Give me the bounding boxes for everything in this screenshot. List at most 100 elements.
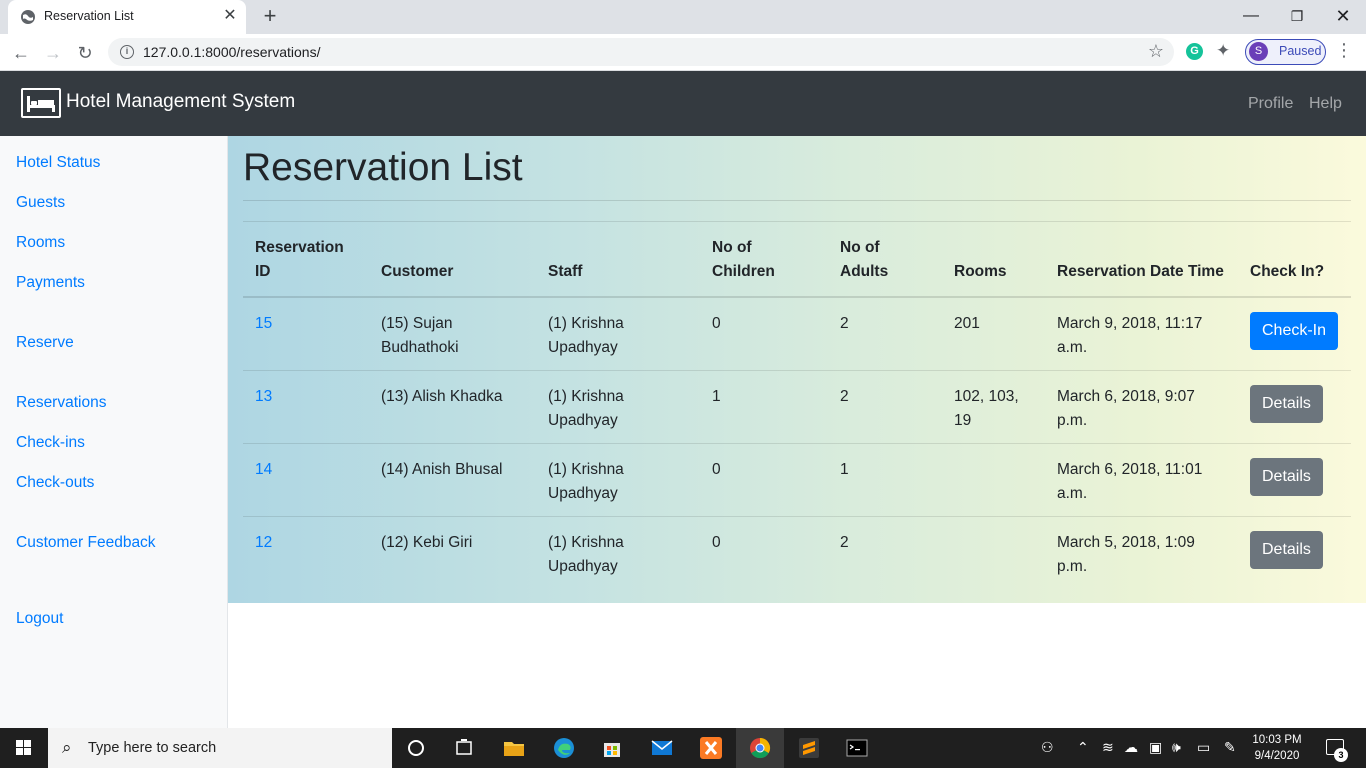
datetime-cell: March 5, 2018, 1:09 p.m.	[1045, 516, 1238, 590]
reservation-id-cell: 15	[243, 297, 369, 371]
xampp-icon[interactable]	[699, 736, 723, 760]
extensions-puzzle-icon[interactable]: ✦	[1216, 41, 1230, 61]
reload-icon[interactable]: ↻	[72, 40, 98, 66]
sidebar-item-check-outs[interactable]: Check-outs	[16, 474, 94, 492]
clock-time: 10:03 PM	[1252, 734, 1302, 746]
staff-cell: (1) Krishna Upadhyay	[548, 315, 624, 356]
adults-cell: 2	[840, 315, 849, 332]
minimize-icon[interactable]: —	[1236, 4, 1266, 28]
people-icon[interactable]: ⚇	[1041, 739, 1054, 756]
cortana-icon[interactable]	[404, 736, 428, 760]
brand-title[interactable]: Hotel Management System	[66, 91, 295, 113]
security-icon[interactable]: ▣	[1149, 739, 1162, 756]
divider	[243, 200, 1351, 201]
mail-icon[interactable]	[650, 736, 674, 760]
datetime-cell: March 6, 2018, 9:07 p.m.	[1045, 370, 1238, 444]
table-row: 15 (15) Sujan Budhathoki (1) Krishna Upa…	[243, 297, 1351, 371]
globe-icon	[21, 10, 35, 24]
reservation-id-link[interactable]: 14	[255, 461, 272, 478]
file-explorer-icon[interactable]	[502, 736, 526, 760]
column-header: Staff	[536, 221, 700, 298]
url-text[interactable]: 127.0.0.1:8000/reservations/	[143, 44, 320, 60]
sidebar-item-payments[interactable]: Payments	[16, 274, 85, 292]
taskbar-search-input[interactable]: ⌕ Type here to search	[48, 728, 392, 768]
column-header: Reservation Date Time	[1045, 221, 1238, 298]
rooms-cell: 102, 103, 19	[942, 370, 1045, 444]
grammarly-extension-icon[interactable]: G	[1186, 43, 1203, 60]
nav-help-link[interactable]: Help	[1309, 95, 1342, 113]
forward-icon[interactable]: →	[40, 40, 66, 66]
sidebar-item-check-ins[interactable]: Check-ins	[16, 434, 85, 452]
details-button[interactable]: Details	[1250, 385, 1323, 423]
system-clock[interactable]: 10:03 PM 9/4/2020	[1252, 732, 1302, 764]
reservation-id-link[interactable]: 12	[255, 534, 272, 551]
store-icon[interactable]	[600, 736, 624, 760]
staff-cell: (1) Krishna Upadhyay	[536, 443, 700, 517]
details-button[interactable]: Details	[1250, 531, 1323, 569]
browser-toolbar: ← → ↻ i 127.0.0.1:8000/reservations/ ☆	[0, 34, 1366, 71]
address-bar[interactable]: i 127.0.0.1:8000/reservations/ ☆	[108, 38, 1174, 66]
window-close-icon[interactable]: ✕	[1328, 4, 1358, 28]
sidebar-item-guests[interactable]: Guests	[16, 194, 65, 212]
terminal-icon[interactable]	[845, 736, 869, 760]
pen-icon[interactable]: ✎	[1224, 739, 1236, 756]
close-tab-icon[interactable]: ✕	[220, 6, 240, 26]
profile-button[interactable]: S Paused	[1245, 39, 1326, 65]
sidebar-item-logout[interactable]: Logout	[16, 610, 63, 628]
action-cell: Details	[1238, 443, 1351, 517]
bookmark-star-icon[interactable]: ☆	[1148, 41, 1164, 62]
edge-browser-icon[interactable]	[552, 736, 576, 760]
new-tab-icon[interactable]: +	[258, 5, 282, 28]
column-header: Rooms	[942, 221, 1045, 298]
restore-icon[interactable]: ❐	[1282, 4, 1312, 28]
nav-profile-link[interactable]: Profile	[1248, 95, 1293, 113]
children-cell: 0	[712, 315, 721, 332]
rooms-cell: 201	[954, 315, 980, 332]
children-cell: 0	[700, 443, 828, 517]
chrome-icon[interactable]	[748, 736, 772, 760]
sidebar-item-reservations[interactable]: Reservations	[16, 394, 106, 412]
action-cell: Details	[1238, 516, 1351, 590]
column-header: Check In?	[1238, 221, 1351, 298]
datetime-cell: March 6, 2018, 11:01 a.m.	[1045, 443, 1238, 517]
customer-cell: (15) Sujan Budhathoki	[381, 315, 459, 356]
rooms-cell	[942, 516, 1045, 590]
adults-cell: 2	[828, 370, 942, 444]
sidebar-item-rooms[interactable]: Rooms	[16, 234, 65, 252]
reservation-id-link[interactable]: 13	[255, 388, 272, 405]
windows-start-icon[interactable]	[0, 728, 48, 768]
column-header: No of Adults	[828, 221, 942, 298]
browser-tab[interactable]: Reservation List ✕	[8, 0, 246, 34]
tab-title: Reservation List	[44, 9, 134, 23]
table-row: 12 (12) Kebi Giri (1) Krishna Upadhyay 0…	[243, 516, 1351, 590]
sidebar-item-hotel-status[interactable]: Hotel Status	[16, 154, 100, 172]
column-header: Reservation ID	[243, 221, 369, 298]
wifi-icon[interactable]: ≋	[1102, 739, 1114, 756]
details-button[interactable]: Details	[1250, 458, 1323, 496]
site-info-icon[interactable]: i	[120, 45, 134, 59]
onedrive-cloud-icon[interactable]: ☁	[1124, 739, 1138, 756]
battery-icon[interactable]: ▭	[1197, 739, 1210, 756]
search-icon: ⌕	[62, 738, 72, 757]
sublime-text-icon[interactable]	[797, 736, 821, 760]
customer-cell: (14) Anish Bhusal	[369, 443, 536, 517]
chevron-up-icon[interactable]: ⌃	[1077, 739, 1089, 756]
browser-tab-bar: Reservation List ✕ + — ❐ ✕	[0, 0, 1366, 34]
customer-cell: (12) Kebi Giri	[369, 516, 536, 590]
browser-menu-icon[interactable]: ⋮	[1335, 40, 1353, 61]
check-in-button[interactable]: Check-In	[1250, 312, 1339, 350]
task-view-icon[interactable]	[452, 736, 476, 760]
volume-icon[interactable]: 🕪	[1172, 739, 1181, 756]
sidebar-item-reserve[interactable]: Reserve	[16, 334, 74, 352]
sidebar-item-customer-feedback[interactable]: Customer Feedback	[16, 534, 156, 552]
reservation-id-link[interactable]: 15	[255, 315, 272, 332]
profile-status: Paused	[1279, 44, 1322, 58]
action-cell: Details	[1238, 370, 1351, 444]
datetime-cell: March 9, 2018, 11:17 a.m.	[1057, 315, 1203, 356]
bed-icon[interactable]	[21, 88, 61, 118]
reservation-table: Reservation ID Customer Staff No of Chil…	[243, 221, 1351, 590]
reservation-id-cell: 13	[243, 370, 369, 444]
back-icon[interactable]: ←	[8, 40, 34, 66]
table-row: 13 (13) Alish Khadka (1) Krishna Upadhya…	[243, 370, 1351, 444]
search-placeholder: Type here to search	[88, 740, 217, 756]
